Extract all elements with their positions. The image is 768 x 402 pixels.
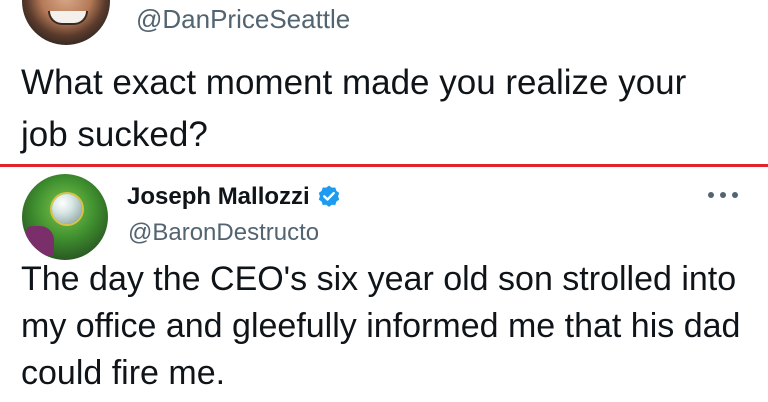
avatar-dome (52, 194, 82, 224)
reply-tweet-text: The day the CEO's six year old son strol… (21, 260, 741, 392)
reply-tweet: Joseph Mallozzi @BaronDestructo The day … (0, 167, 768, 402)
avatar-smile (48, 11, 88, 25)
top-tweet: @DanPriceSeattle What exact moment made … (0, 0, 768, 164)
top-tweet-text: What exact moment made you realize your … (21, 63, 687, 154)
verified-badge-icon (318, 185, 339, 207)
reply-display-name[interactable]: Joseph Mallozzi (127, 183, 310, 211)
joseph-mallozzi-avatar[interactable] (22, 174, 108, 260)
avatar-cape (26, 226, 54, 256)
top-tweet-handle[interactable]: @DanPriceSeattle (136, 3, 350, 35)
reply-handle[interactable]: @BaronDestructo (128, 218, 319, 248)
more-options-icon[interactable] (706, 189, 740, 201)
dan-price-avatar[interactable] (22, 0, 110, 45)
reply-name-row: Joseph Mallozzi (127, 181, 342, 213)
